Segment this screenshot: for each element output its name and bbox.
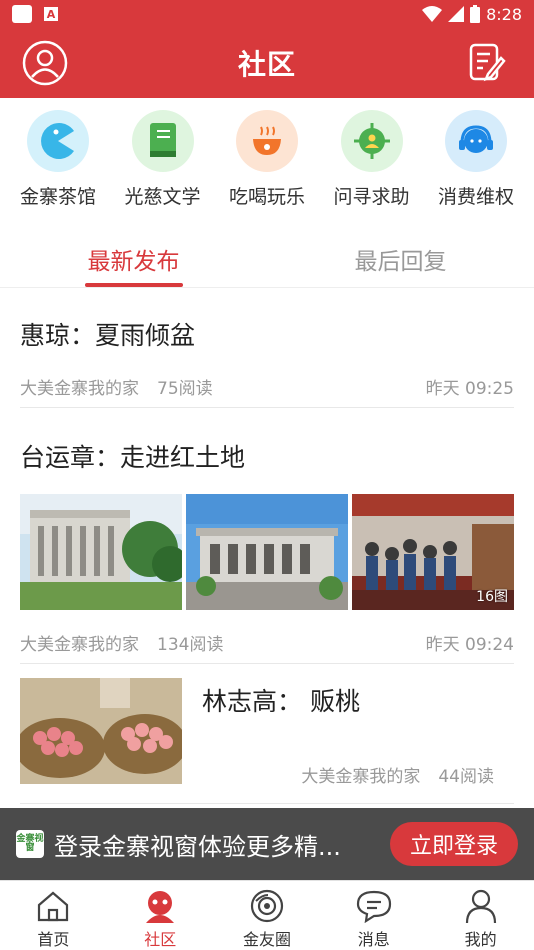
nav-label: 金友圈: [242, 930, 291, 949]
post-time: 昨天 09:25: [425, 379, 514, 399]
post-source: 大美金寨我的家: [20, 635, 139, 655]
nav-messages[interactable]: 消息: [320, 881, 427, 950]
app-notification-icon: A: [44, 7, 58, 21]
category-label: 吃喝玩乐: [228, 186, 305, 208]
community-icon: [141, 887, 179, 924]
header: 社区: [0, 28, 534, 98]
post-source: 大美金寨我的家: [20, 379, 139, 399]
pacman-icon: [27, 110, 89, 172]
category-bar: 金寨茶馆 光慈文学 吃喝玩乐 问寻求助 消费维权: [0, 110, 534, 209]
post-title: 林志高： 贩桃: [202, 687, 360, 716]
post-image-grid: 16图: [20, 494, 514, 610]
book-icon: [131, 110, 194, 172]
nav-label: 首页: [37, 930, 70, 949]
bowl-icon: [236, 110, 298, 172]
post-thumbnail[interactable]: [20, 678, 182, 784]
top-bar: A 8:28 社区: [0, 0, 534, 98]
status-time: 8:28: [486, 4, 522, 24]
circle-icon: [248, 887, 286, 924]
category-food-fun[interactable]: 吃喝玩乐: [215, 110, 319, 209]
category-label: 问寻求助: [333, 186, 410, 208]
post-reads: 75阅读: [157, 379, 213, 399]
category-help[interactable]: 问寻求助: [320, 110, 424, 209]
headset-icon: [445, 110, 507, 172]
category-consumer-rights[interactable]: 消费维权: [424, 110, 528, 209]
edit-icon: [469, 43, 506, 82]
category-literature[interactable]: 光慈文学: [111, 110, 215, 209]
post-meta: 大美金寨我的家 75阅读 昨天 09:25: [20, 374, 514, 399]
nav-community[interactable]: 社区: [107, 881, 214, 950]
post-time: 昨天 09:24: [425, 635, 514, 655]
login-prompt-text: 登录金寨视窗体验更多精...: [54, 832, 341, 861]
category-label: 光慈文学: [124, 186, 201, 208]
message-icon: [355, 887, 393, 924]
category-label: 金寨茶馆: [19, 186, 96, 208]
category-tea-house[interactable]: 金寨茶馆: [6, 110, 110, 209]
tab-bar: 最新发布 最后回复: [0, 236, 534, 288]
post-meta: 大美金寨我的家 134阅读 昨天 09:24: [20, 630, 514, 655]
app-logo-icon: 金寨视窗: [16, 830, 44, 858]
nav-friends-circle[interactable]: 金友圈: [214, 881, 321, 950]
user-icon: [462, 887, 500, 924]
image-count-badge: 16图: [476, 589, 508, 605]
nav-label: 消息: [357, 930, 390, 949]
bottom-nav: 首页 社区 金友圈 消息 我的: [0, 880, 534, 950]
profile-button[interactable]: [22, 40, 68, 86]
post-body: 林志高： 贩桃 大美金寨我的家 44阅读: [202, 678, 514, 803]
login-button[interactable]: 立即登录: [390, 822, 518, 866]
notification-icon: [12, 5, 32, 23]
battery-icon: [470, 5, 481, 23]
compose-button[interactable]: [468, 42, 506, 84]
nav-label: 社区: [144, 930, 177, 949]
post-image[interactable]: [186, 494, 348, 610]
post-item[interactable]: 台运章：走进红土地 16图 大美金寨我的家 134阅读 昨天 09:24: [20, 408, 514, 664]
post-source: 大美金寨我的家: [301, 767, 421, 787]
home-icon: [34, 887, 72, 924]
tab-latest[interactable]: 最新发布: [0, 236, 267, 287]
post-title: 惠琼：夏雨倾盆: [20, 321, 196, 350]
post-reads: 134阅读: [157, 635, 224, 655]
post-reads: 44阅读: [438, 767, 494, 787]
nav-home[interactable]: 首页: [0, 881, 107, 950]
nav-mine[interactable]: 我的: [427, 881, 534, 950]
post-item[interactable]: 惠琼：夏雨倾盆 大美金寨我的家 75阅读 昨天 09:25: [20, 288, 514, 408]
nav-label: 我的: [464, 930, 497, 949]
avatar-icon: [22, 40, 68, 86]
signal-icon: [448, 6, 465, 22]
category-label: 消费维权: [437, 186, 514, 208]
page-title: 社区: [237, 48, 296, 81]
tab-last-reply[interactable]: 最后回复: [267, 236, 534, 287]
post-feed: 惠琼：夏雨倾盆 大美金寨我的家 75阅读 昨天 09:25 台运章：走进红土地: [20, 288, 514, 804]
help-person-icon: [340, 110, 403, 172]
post-item[interactable]: 林志高： 贩桃 大美金寨我的家 44阅读: [20, 664, 514, 804]
post-meta: 大美金寨我的家 44阅读: [301, 762, 494, 787]
login-banner: 金寨视窗 登录金寨视窗体验更多精... 立即登录: [0, 808, 534, 880]
status-bar: A 8:28: [0, 0, 534, 28]
post-title: 台运章：走进红土地: [20, 443, 246, 472]
post-image[interactable]: [20, 494, 182, 610]
wifi-icon: [422, 6, 443, 22]
post-image[interactable]: 16图: [352, 494, 514, 610]
